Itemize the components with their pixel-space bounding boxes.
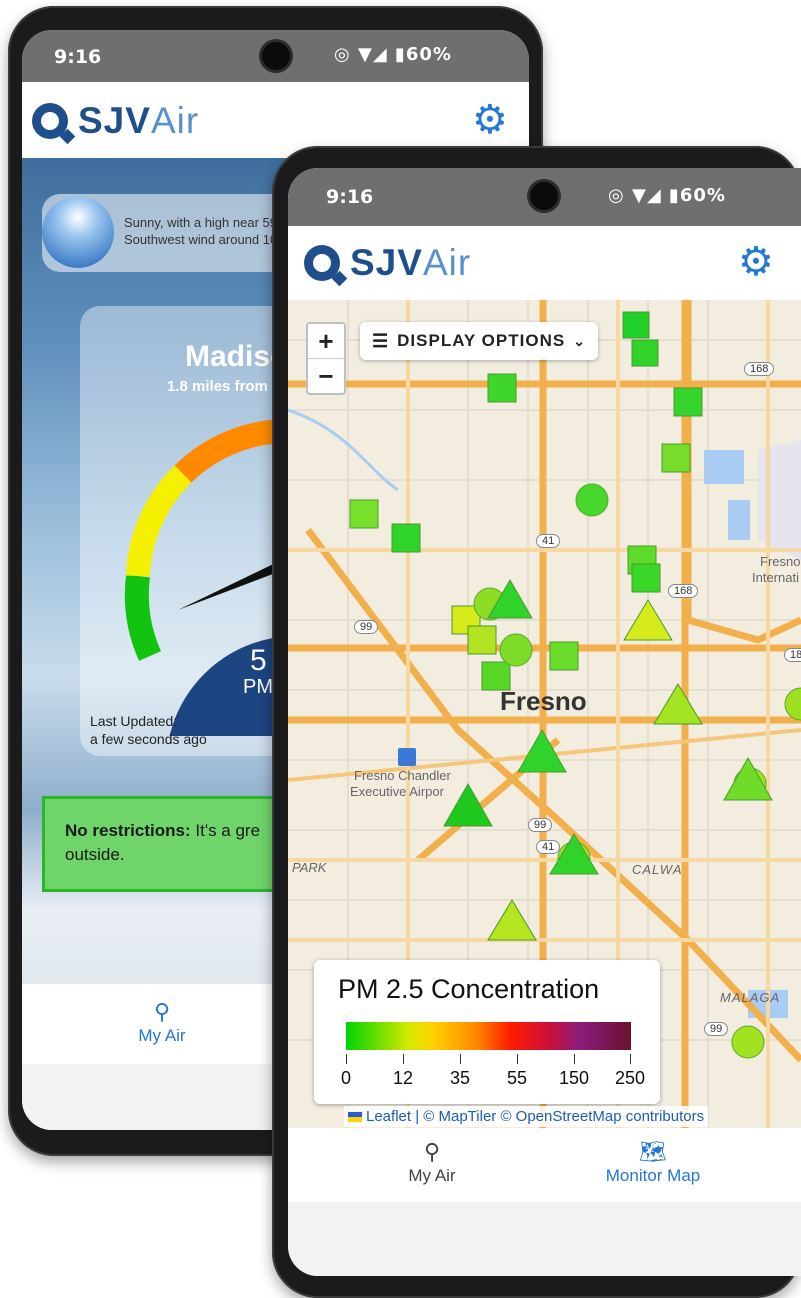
label-malaga: MALAGA <box>720 990 781 1005</box>
label-fresno-intl-1: Fresno <box>760 554 801 569</box>
legend-tick <box>630 1054 631 1064</box>
map-attribution[interactable]: Leaflet | © MapTiler © OpenStreetMap con… <box>344 1106 709 1127</box>
road-tag: 41 <box>536 534 561 548</box>
display-options-button[interactable]: ☰ DISPLAY OPTIONS ⌄ <box>360 322 598 360</box>
nav-my-air-label: My Air <box>408 1166 456 1185</box>
sunny-icon <box>42 196 114 268</box>
road-tag: 168 <box>668 584 699 598</box>
settings-gear-icon[interactable]: ⚙ <box>738 242 774 282</box>
weather-forecast-text: Sunny, with a high near 59. Southwest wi… <box>124 215 281 250</box>
zoom-control: + − <box>306 322 346 395</box>
logo-air: Air <box>422 242 472 283</box>
road-tag: 168 <box>744 362 775 376</box>
legend-tick-label: 150 <box>558 1068 590 1088</box>
legend-tick-label: 0 <box>340 1068 352 1088</box>
last-updated-value: a few seconds ago <box>90 731 207 747</box>
restriction-text: It's a gre <box>195 821 261 840</box>
front-camera <box>262 42 290 70</box>
front-camera <box>530 182 558 210</box>
status-icons: ◎ ▼◢ ▮60% <box>608 185 726 206</box>
nav-my-air[interactable]: ⚲ My Air <box>122 998 202 1046</box>
restriction-title: No restrictions: <box>65 821 191 840</box>
status-time: 9:16 <box>54 46 102 68</box>
display-options-label: DISPLAY OPTIONS <box>397 331 566 350</box>
sjvair-logo: SJVAir <box>32 100 199 142</box>
chevron-down-icon: ⌄ <box>573 332 586 349</box>
sliders-icon: ☰ <box>372 330 390 351</box>
road-tag: 99 <box>704 1022 729 1036</box>
settings-gear-icon[interactable]: ⚙ <box>472 100 508 140</box>
logo-air: Air <box>150 100 200 141</box>
pm-value: 5 <box>250 644 267 677</box>
road-tag: 99 <box>354 620 379 634</box>
legend-tick <box>460 1054 461 1064</box>
legend-tick <box>403 1054 404 1064</box>
location-pin-icon: ⚲ <box>423 1139 441 1164</box>
monitor-map[interactable]: 168 41 168 99 99 41 99 18 Fresno Fresno … <box>288 300 801 1128</box>
attribution-text: Leaflet | © MapTiler © OpenStreetMap con… <box>366 1108 705 1125</box>
nav-monitor-map-label: Monitor Map <box>605 1166 701 1185</box>
label-fresno-chandler: Fresno Chandler <box>354 768 451 783</box>
app-bar: SJVAir ⚙ <box>288 226 801 300</box>
location-distance: 1.8 miles from <box>167 378 268 395</box>
legend-gradient-bar <box>346 1022 631 1050</box>
status-time: 9:16 <box>326 186 374 208</box>
label-fresno-intl-2: Internati <box>752 570 799 585</box>
city-label-fresno: Fresno <box>500 686 587 716</box>
logo-sjv: SJV <box>350 242 423 283</box>
system-nav-bar <box>288 1202 801 1276</box>
road-tag: 41 <box>536 840 561 854</box>
legend-tick-label: 250 <box>614 1068 646 1088</box>
last-updated: Last Updated: a few seconds ago <box>90 712 207 748</box>
legend-tick-label: 55 <box>506 1068 528 1088</box>
label-calwa: CALWA <box>632 862 683 877</box>
logo-sjv: SJV <box>78 100 151 141</box>
logo-icon <box>32 103 68 139</box>
label-executive-airport: Executive Airpor <box>350 784 444 799</box>
last-updated-label: Last Updated: <box>90 713 178 729</box>
location-pin-icon: ⚲ <box>153 999 171 1024</box>
nav-monitor-map[interactable]: 🗺 Monitor Map <box>578 1138 728 1186</box>
legend-title: PM 2.5 Concentration <box>338 974 600 1004</box>
status-icons: ◎ ▼◢ ▮60% <box>334 44 452 65</box>
map-icon: 🗺 <box>639 1139 667 1164</box>
legend-tick <box>346 1054 347 1064</box>
label-park: PARK <box>292 860 327 875</box>
legend-tick <box>517 1054 518 1064</box>
legend-tick-label: 12 <box>392 1068 414 1088</box>
front-phone-screen: 9:16 ◎ ▼◢ ▮60% SJVAir ⚙ 168 41 168 99 99… <box>288 168 801 1276</box>
pm-label: PM <box>243 676 273 698</box>
road-tag: 99 <box>528 818 553 832</box>
nav-my-air-label: My Air <box>138 1026 186 1045</box>
road-tag: 18 <box>784 648 801 662</box>
restriction-text-2: outside. <box>65 845 125 864</box>
pm25-legend: PM 2.5 Concentration 0 12 35 55 150 250 <box>314 960 660 1104</box>
zoom-in-button[interactable]: + <box>308 324 344 358</box>
front-phone: 9:16 ◎ ▼◢ ▮60% SJVAir ⚙ 168 41 168 99 99… <box>272 146 801 1298</box>
ukraine-flag-icon <box>348 1112 362 1123</box>
sjvair-logo: SJVAir <box>304 242 471 284</box>
bottom-nav: ⚲ My Air 🗺 Monitor Map <box>288 1128 801 1202</box>
legend-tick-label: 35 <box>449 1068 471 1088</box>
nav-my-air[interactable]: ⚲ My Air <box>382 1138 482 1186</box>
zoom-out-button[interactable]: − <box>308 358 344 393</box>
logo-icon <box>304 245 340 281</box>
legend-tick <box>574 1054 575 1064</box>
